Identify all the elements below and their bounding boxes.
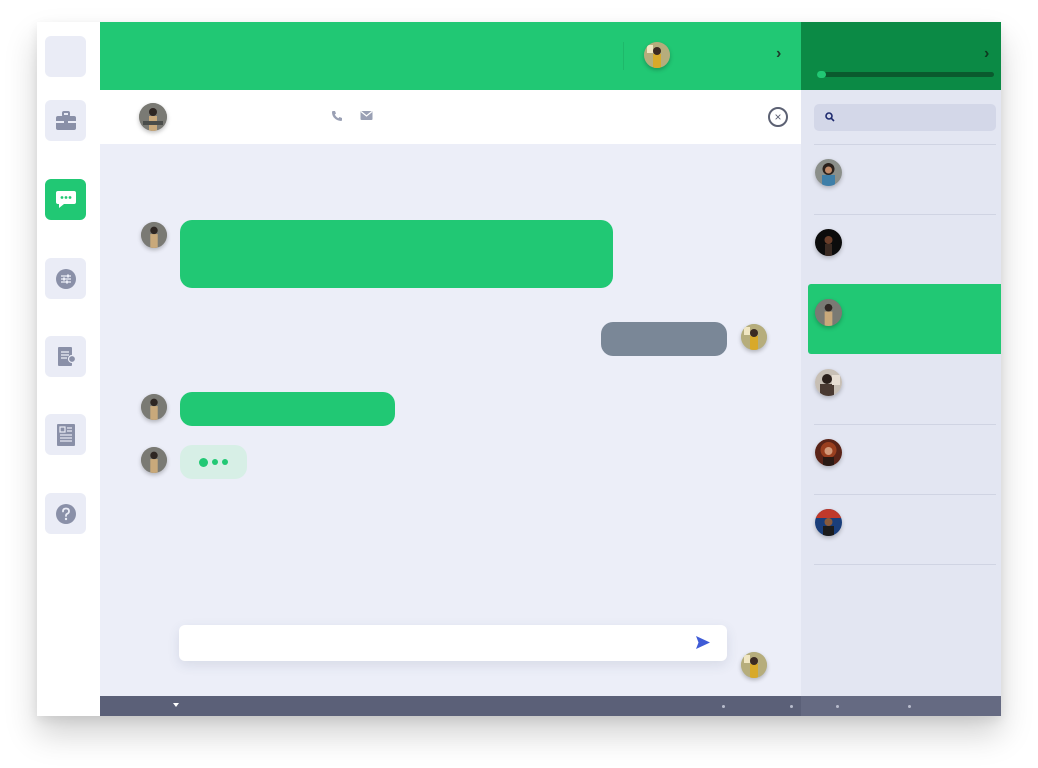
own-avatar (741, 652, 767, 678)
close-icon[interactable]: × (768, 107, 788, 127)
contact-avatar (815, 159, 842, 186)
footer-dot (790, 705, 793, 708)
contact-item[interactable] (808, 354, 1001, 424)
chat-app-window: › › × (37, 22, 1001, 716)
message-sender-avatar (141, 394, 167, 420)
send-icon[interactable] (695, 635, 711, 650)
contact-item-active[interactable] (808, 284, 1001, 354)
caret-down-icon[interactable] (173, 703, 179, 707)
status-footer-right (801, 696, 1001, 716)
contact-card-icon (56, 423, 75, 446)
sliders-icon (55, 268, 76, 289)
contact-item[interactable] (808, 144, 1001, 214)
mail-icon[interactable] (360, 110, 373, 121)
own-avatar (741, 324, 767, 350)
briefcase-icon (55, 110, 76, 130)
footer-dot (722, 705, 725, 708)
chat-bubble-icon (55, 190, 76, 208)
message-input[interactable] (191, 633, 681, 653)
right-top-bar: › (801, 22, 1001, 90)
outgoing-message-bubble[interactable] (601, 322, 727, 356)
chat-header: × (100, 90, 801, 144)
search-input[interactable] (840, 108, 990, 127)
footer-dot (908, 705, 911, 708)
incoming-message-bubble[interactable] (180, 220, 613, 288)
footer-dot (836, 705, 839, 708)
contact-item[interactable] (808, 494, 1001, 564)
typing-dot (222, 459, 228, 465)
progress-fill (817, 71, 826, 78)
contacts-panel (801, 90, 1001, 696)
message-sender-avatar (141, 222, 167, 248)
panel-chevron-icon[interactable]: › (984, 45, 989, 63)
contact-avatar (815, 439, 842, 466)
chat-partner-avatar[interactable] (139, 103, 167, 131)
search-icon (825, 112, 835, 122)
status-footer (100, 696, 1001, 716)
top-bar-divider (623, 42, 624, 70)
contacts-nav-item[interactable] (45, 414, 86, 455)
user-menu-chevron-icon[interactable]: › (776, 45, 781, 63)
contact-search (814, 104, 996, 131)
current-user-avatar[interactable] (644, 42, 670, 68)
progress-bar (817, 71, 994, 78)
contact-avatar (815, 229, 842, 256)
document-nav-item[interactable] (45, 336, 86, 377)
incoming-message-bubble[interactable] (180, 392, 395, 426)
message-sender-avatar (141, 447, 167, 473)
contact-divider (814, 564, 996, 565)
contact-avatar (815, 369, 842, 396)
briefcase-nav-item[interactable] (45, 100, 86, 141)
contact-avatar (815, 509, 842, 536)
message-composer (179, 625, 727, 661)
top-bar: › (100, 22, 801, 90)
chat-message-area (100, 144, 801, 696)
help-nav-item[interactable] (45, 493, 86, 534)
typing-indicator (180, 445, 247, 479)
left-nav-rail (37, 22, 100, 716)
contact-item[interactable] (808, 424, 1001, 494)
typing-dot (212, 459, 218, 465)
settings-nav-item[interactable] (45, 258, 86, 299)
help-icon (55, 503, 76, 524)
contact-item[interactable] (808, 214, 1001, 284)
phone-icon[interactable] (331, 110, 343, 122)
typing-dot (199, 457, 208, 467)
chat-nav-item[interactable] (45, 179, 86, 220)
document-icon (57, 346, 76, 366)
blank-nav-item[interactable] (45, 36, 86, 77)
contact-avatar (815, 299, 842, 326)
